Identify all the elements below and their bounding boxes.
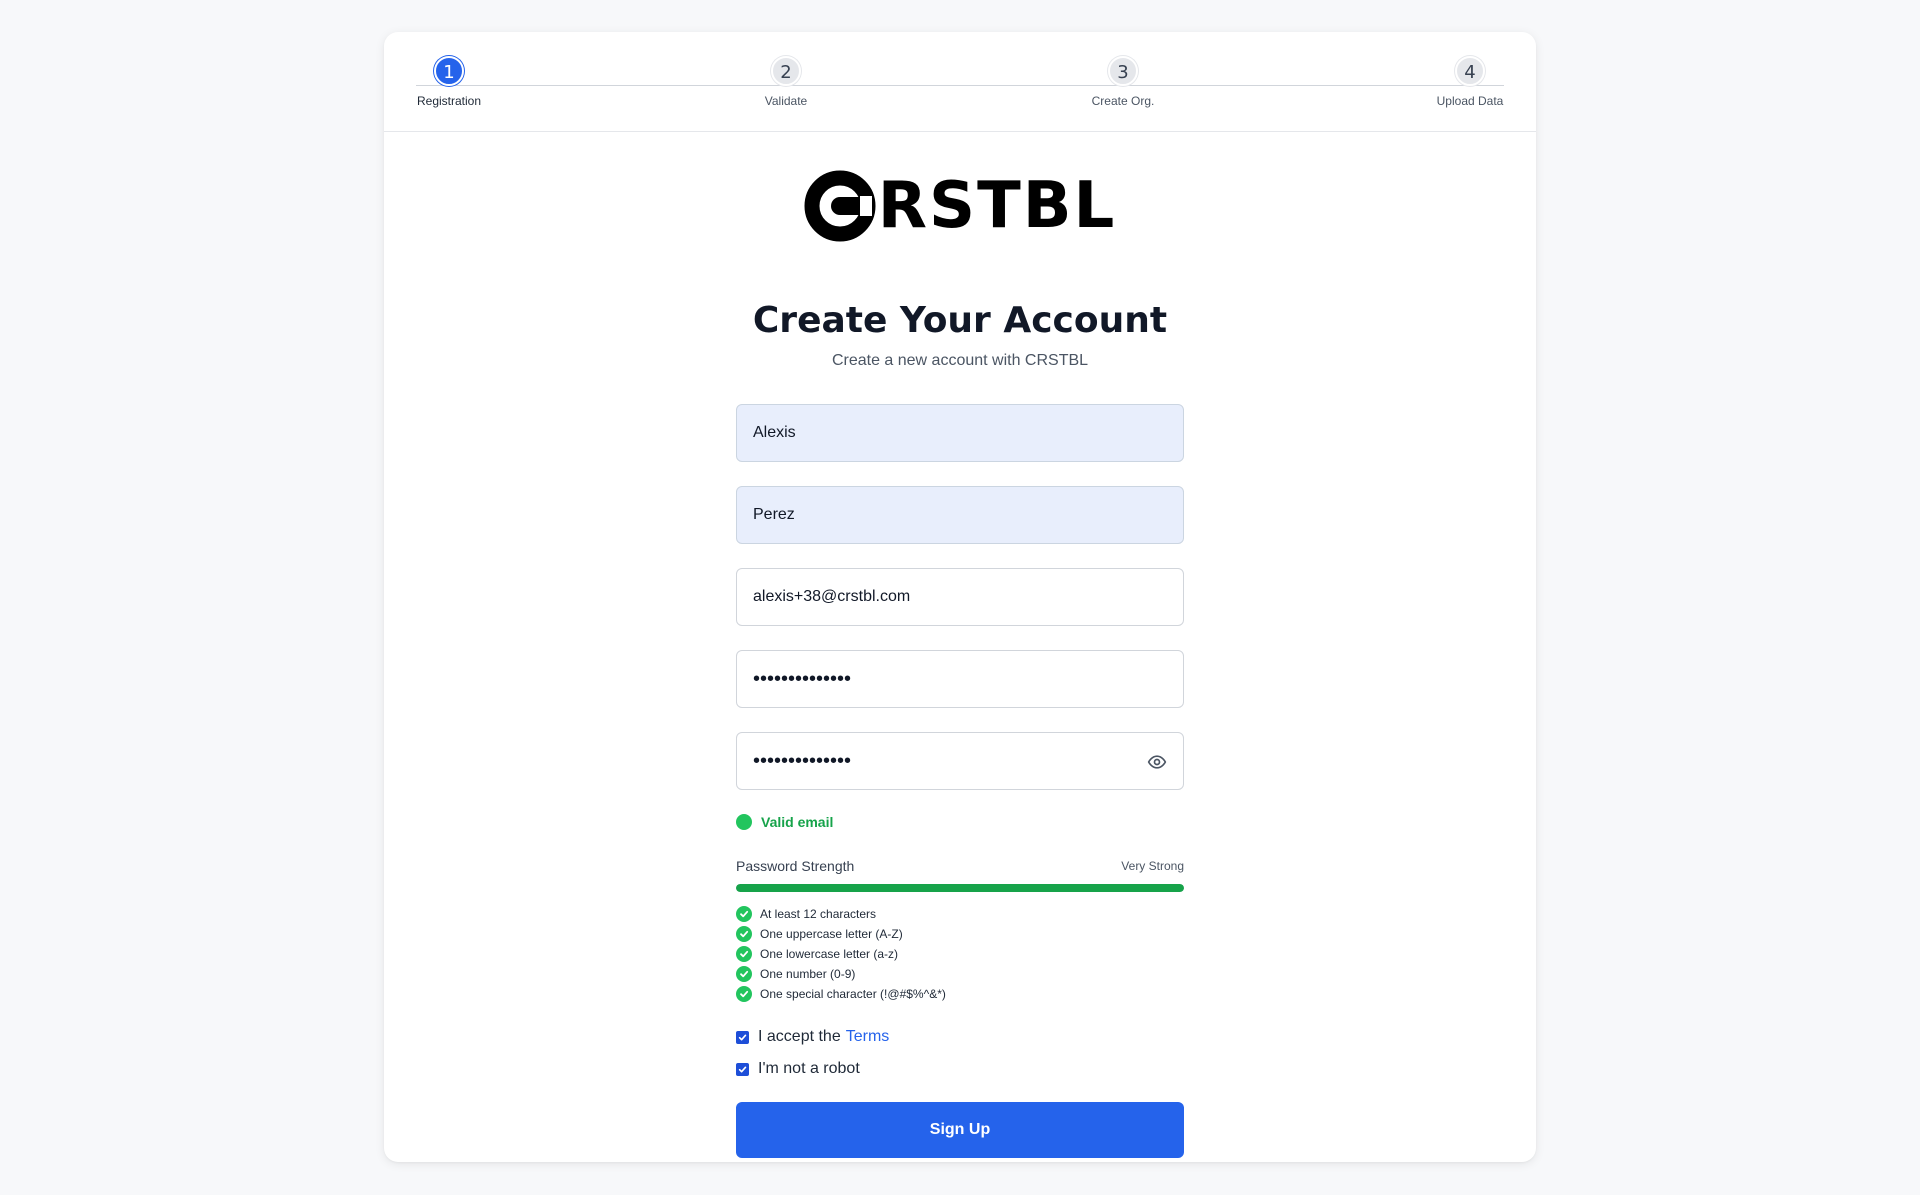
terms-checkbox-row: I accept the Terms bbox=[736, 1026, 1184, 1048]
registration-card: 1 Registration 2 Validate 3 Create Org. … bbox=[384, 32, 1536, 1162]
step-validate[interactable]: 2 Validate bbox=[760, 56, 812, 108]
first-name-input[interactable]: Alexis bbox=[736, 404, 1184, 462]
progress-stepper: 1 Registration 2 Validate 3 Create Org. … bbox=[384, 32, 1536, 132]
page-subtitle: Create a new account with CRSTBL bbox=[831, 352, 1089, 369]
check-circle-icon bbox=[736, 986, 752, 1002]
password-strength-fill bbox=[736, 884, 1184, 892]
confirm-password-input[interactable]: •••••••••••••• bbox=[736, 732, 1184, 790]
last-name-value: Perez bbox=[753, 506, 795, 523]
email-input[interactable]: alexis+38@crstbl.com bbox=[736, 568, 1184, 626]
password-mask: •••••••••••••• bbox=[753, 668, 852, 690]
requirement-text: One special character (!@#$%^&*) bbox=[760, 987, 946, 1001]
password-requirements: At least 12 characters One uppercase let… bbox=[736, 904, 1184, 1004]
requirement-item: At least 12 characters bbox=[736, 904, 1184, 924]
terms-checkbox[interactable] bbox=[736, 1030, 749, 1044]
step-number-badge: 3 bbox=[1108, 56, 1138, 86]
requirement-item: One special character (!@#$%^&*) bbox=[736, 984, 1184, 1004]
sign-up-button[interactable]: Sign Up bbox=[736, 1102, 1184, 1158]
email-value: alexis+38@crstbl.com bbox=[753, 588, 911, 605]
stepper-track bbox=[416, 85, 1504, 86]
not-robot-checkbox[interactable] bbox=[736, 1062, 749, 1076]
password-strength-label: Password Strength bbox=[736, 858, 855, 874]
step-number-badge: 2 bbox=[771, 56, 801, 86]
terms-link[interactable]: Terms bbox=[846, 1028, 890, 1046]
password-input[interactable]: •••••••••••••• bbox=[736, 650, 1184, 708]
robot-checkbox-row: I'm not a robot bbox=[736, 1058, 1184, 1080]
step-registration[interactable]: 1 Registration bbox=[416, 56, 482, 108]
check-circle-icon bbox=[736, 966, 752, 982]
terms-label: I accept the bbox=[758, 1028, 841, 1045]
requirement-item: One uppercase letter (A-Z) bbox=[736, 924, 1184, 944]
not-robot-label: I'm not a robot bbox=[758, 1060, 860, 1077]
logo-wordmark: RSTBL bbox=[877, 169, 1117, 243]
step-upload-data[interactable]: 4 Upload Data bbox=[1436, 56, 1504, 108]
check-circle-icon bbox=[736, 946, 752, 962]
check-circle-icon bbox=[736, 926, 752, 942]
requirement-item: One number (0-9) bbox=[736, 964, 1184, 984]
valid-dot-icon bbox=[736, 814, 752, 830]
email-validation-status: Valid email bbox=[736, 812, 1184, 832]
password-strength-bar bbox=[736, 884, 1184, 892]
step-label: Upload Data bbox=[1436, 94, 1504, 108]
requirement-text: One number (0-9) bbox=[760, 967, 856, 981]
show-password-eye-icon[interactable] bbox=[1147, 752, 1167, 777]
requirement-text: One uppercase letter (A-Z) bbox=[760, 927, 903, 941]
requirement-item: One lowercase letter (a-z) bbox=[736, 944, 1184, 964]
step-number-badge: 4 bbox=[1455, 56, 1485, 86]
requirement-text: At least 12 characters bbox=[760, 907, 877, 921]
page-title: Create Your Account bbox=[752, 300, 1168, 341]
password-strength-value: Very Strong bbox=[1121, 859, 1184, 873]
password-strength-header: Password Strength Very Strong bbox=[736, 856, 1184, 876]
last-name-input[interactable]: Perez bbox=[736, 486, 1184, 544]
step-label: Registration bbox=[416, 94, 482, 108]
check-circle-icon bbox=[736, 906, 752, 922]
step-create-org[interactable]: 3 Create Org. bbox=[1088, 56, 1158, 108]
first-name-value: Alexis bbox=[753, 424, 796, 441]
step-number-badge: 1 bbox=[434, 56, 464, 86]
logo-c-mark-icon bbox=[804, 170, 876, 242]
step-label: Create Org. bbox=[1091, 94, 1155, 108]
registration-form: Alexis Perez alexis+38@crstbl.com ••••••… bbox=[736, 404, 1184, 1158]
step-label: Validate bbox=[764, 94, 808, 108]
brand-logo: RSTBL bbox=[384, 166, 1536, 246]
confirm-password-mask: •••••••••••••• bbox=[753, 750, 852, 772]
email-status-text: Valid email bbox=[761, 814, 834, 830]
requirement-text: One lowercase letter (a-z) bbox=[760, 947, 899, 961]
